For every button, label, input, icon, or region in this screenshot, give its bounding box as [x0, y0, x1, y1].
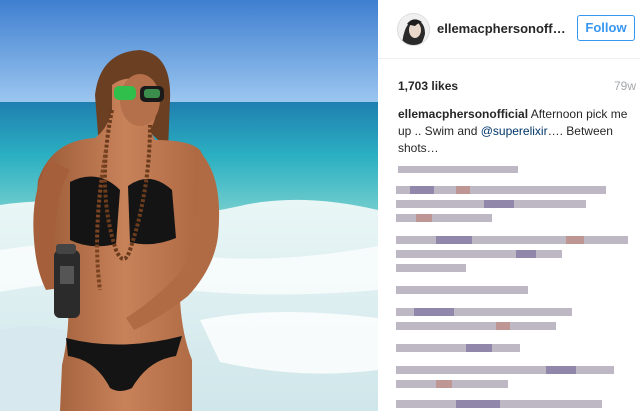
post-caption: ellemacphersonofficial Afternoon pick me… [398, 106, 636, 157]
post-photo[interactable] [0, 0, 378, 411]
profile-avatar[interactable] [397, 13, 430, 46]
likes-count[interactable]: 1,703 likes [398, 79, 458, 93]
post-age[interactable]: 79w [614, 79, 636, 93]
post-details-panel: ellemacphersonofficial Follow 1,703 like… [378, 0, 640, 411]
username-link[interactable]: ellemacphersonofficial [437, 21, 569, 36]
avatar-icon [398, 14, 429, 45]
caption-username[interactable]: ellemacphersonofficial [398, 107, 528, 121]
beach-photo [0, 0, 378, 411]
follow-button[interactable]: Follow [577, 15, 635, 41]
post-header: ellemacphersonofficial Follow [378, 0, 640, 59]
pixelated-comments [396, 166, 628, 408]
caption-mention[interactable]: @superelixir [481, 124, 548, 138]
comments-blurred [396, 162, 638, 411]
post-stats: 1,703 likes 79w [398, 79, 636, 95]
